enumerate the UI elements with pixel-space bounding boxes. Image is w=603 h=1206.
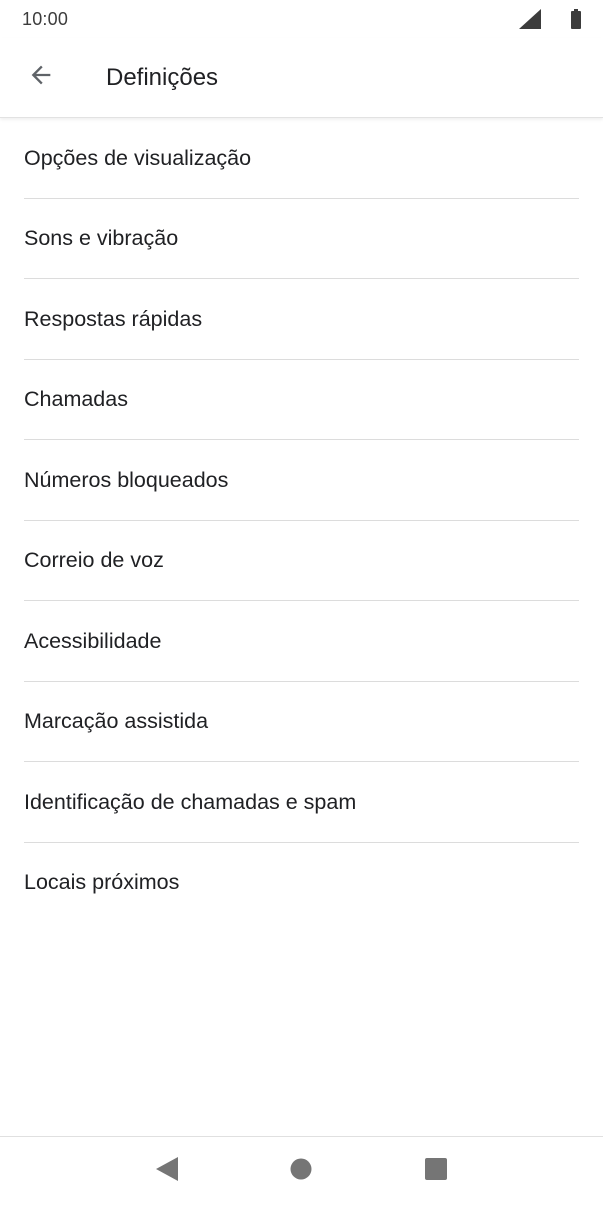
back-triangle-icon <box>156 1157 179 1186</box>
page-title: Definições <box>106 63 219 91</box>
status-icons <box>519 9 581 29</box>
nav-recents-button[interactable] <box>406 1142 466 1202</box>
status-time: 10:00 <box>22 8 69 29</box>
settings-item-nearby-places[interactable]: Locais próximos <box>0 843 603 924</box>
nav-back-button[interactable] <box>137 1142 197 1202</box>
system-nav-bar <box>0 1136 603 1206</box>
arrow-back-icon <box>27 61 55 94</box>
settings-item-caller-id-spam[interactable]: Identificação de chamadas e spam <box>0 762 603 843</box>
battery-icon <box>571 9 581 29</box>
settings-item-display-options[interactable]: Opções de visualização <box>0 118 603 199</box>
settings-item-quick-responses[interactable]: Respostas rápidas <box>0 279 603 360</box>
settings-item-accessibility[interactable]: Acessibilidade <box>0 601 603 682</box>
home-circle-icon <box>290 1158 312 1185</box>
settings-screen: 10:00 Definições Opções de visualização … <box>0 0 603 1206</box>
status-bar: 10:00 <box>0 0 603 38</box>
settings-item-label: Marcação assistida <box>24 709 209 734</box>
signal-icon <box>519 9 541 29</box>
recents-square-icon <box>424 1158 447 1185</box>
settings-item-assisted-dialing[interactable]: Marcação assistida <box>0 682 603 763</box>
settings-list: Opções de visualização Sons e vibração R… <box>0 118 603 923</box>
settings-item-blocked-numbers[interactable]: Números bloqueados <box>0 440 603 521</box>
settings-item-label: Locais próximos <box>24 870 180 895</box>
settings-item-label: Chamadas <box>24 387 128 412</box>
app-bar: Definições <box>0 38 603 118</box>
settings-item-calls[interactable]: Chamadas <box>0 360 603 441</box>
settings-item-label: Respostas rápidas <box>24 306 203 331</box>
settings-item-label: Identificação de chamadas e spam <box>24 789 357 814</box>
settings-item-sounds-vibration[interactable]: Sons e vibração <box>0 199 603 280</box>
settings-item-label: Opções de visualização <box>24 145 252 170</box>
settings-item-label: Correio de voz <box>24 548 164 573</box>
back-button[interactable] <box>11 48 71 108</box>
settings-item-label: Acessibilidade <box>24 628 162 653</box>
nav-home-button[interactable] <box>271 1142 331 1202</box>
settings-item-label: Sons e vibração <box>24 226 179 251</box>
settings-item-label: Números bloqueados <box>24 467 229 492</box>
settings-item-voicemail[interactable]: Correio de voz <box>0 521 603 602</box>
